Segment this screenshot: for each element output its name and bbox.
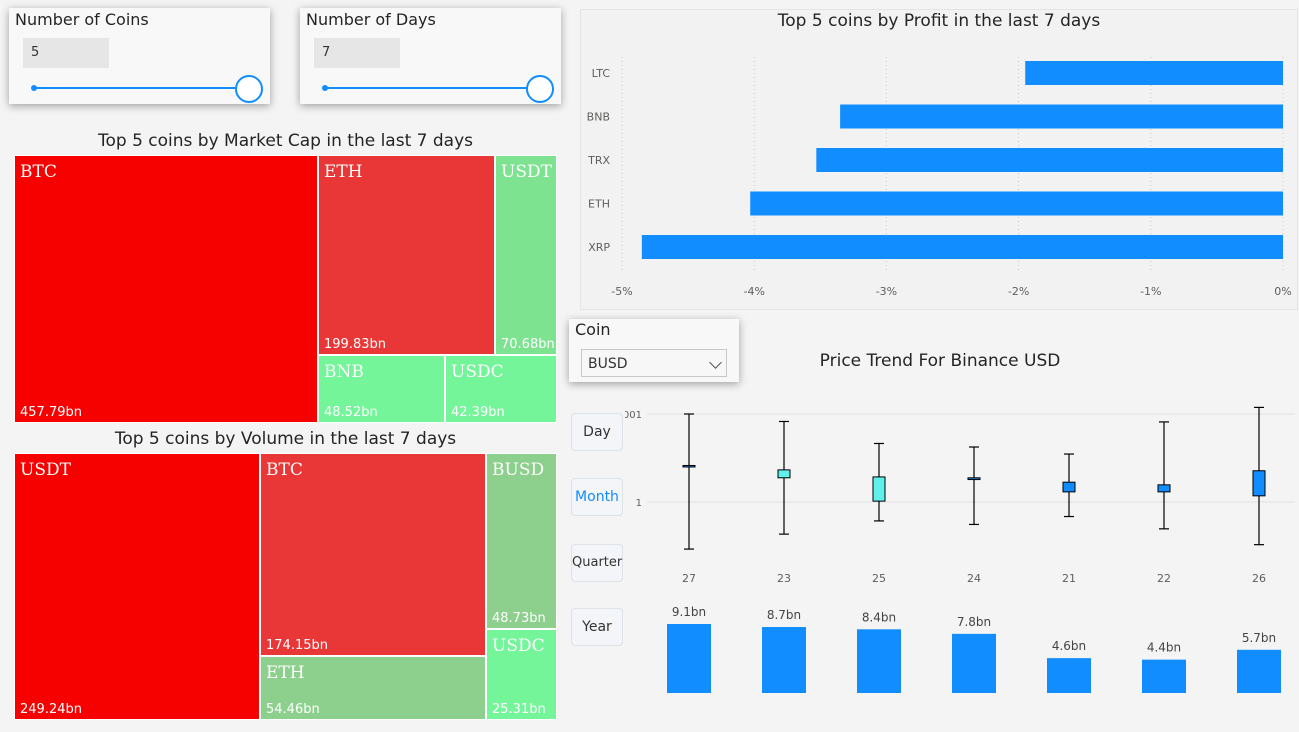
tile-name: USDC [492,636,545,656]
tile-value: 199.83bn [324,337,386,352]
x-tick-label: -5% [611,285,632,298]
candle-body [682,464,696,468]
volume-bar [667,624,711,693]
number-of-days-input[interactable]: 7 [314,38,400,68]
y-tick-label: 1 [636,498,642,509]
profit-bar [750,191,1283,216]
tile-name: BTC [266,460,303,480]
coin-dropdown-value: BUSD [588,356,628,372]
x-tick-label: 27 [682,572,696,585]
tile-name: ETH [324,162,363,182]
volume-bar [1142,659,1186,693]
tile-name: BUSD [492,460,545,480]
volume-label: 9.1bn [672,605,706,619]
x-tick-label: 22 [1157,572,1171,585]
profit-bar [1025,61,1283,85]
volume-tile-eth[interactable]: ETH 54.46bn [260,656,486,720]
profit-bar-chart: Top 5 coins by Profit in the last 7 days… [587,11,1292,298]
tile-value: 70.68bn [501,337,555,352]
profit-chart-title: Top 5 coins by Profit in the last 7 days [777,11,1101,31]
number-of-days-track[interactable] [324,87,527,89]
tile-value: 249.24bn [20,702,82,717]
y-tick-label: 1.001 [625,410,642,421]
volume-label: 7.8bn [957,615,991,629]
tile-name: USDC [451,362,504,382]
volume-bar [952,633,996,693]
volume-label: 4.4bn [1147,641,1181,655]
profit-bar [641,235,1283,259]
candle-body [1062,481,1076,493]
profit-bar [816,148,1283,172]
market-cap-tile-usdc[interactable]: USDC 42.39bn [445,355,557,423]
price-trend-title: Price Trend For Binance USD [820,351,1061,371]
tile-value: 48.52bn [324,405,378,420]
x-tick-label: -3% [876,285,897,298]
y-tick-label: LTC [592,67,611,80]
number-of-coins-track[interactable] [33,87,236,89]
x-tick-label: 25 [872,572,886,585]
tile-name: BNB [324,362,364,382]
y-tick-label: ETH [588,198,610,211]
number-of-coins-input[interactable]: 5 [23,38,109,68]
volume-title: Top 5 coins by Volume in the last 7 days [114,429,457,449]
tile-value: 42.39bn [451,405,505,420]
market-cap-tile-bnb[interactable]: BNB 48.52bn [318,355,445,423]
volume-bar [762,627,806,693]
x-tick-label: -4% [743,285,764,298]
month-button[interactable]: Month [571,478,623,516]
candle-body [777,469,791,479]
tile-value: 54.46bn [266,702,320,717]
y-tick-label: XRP [588,241,610,254]
x-tick-label: 23 [777,572,791,585]
coin-slicer-title: Coin [575,320,611,339]
year-button[interactable]: Year [571,608,623,646]
volume-label: 8.7bn [767,608,801,622]
y-tick-label: TRX [587,154,610,167]
tile-value: 25.31bn [492,702,546,717]
price-trend-chart: Price Trend For Binance USD 1.001 1 27 9.1b… [625,351,1295,693]
candle-body [1157,484,1171,493]
volume-tile-btc[interactable]: BTC 174.15bn [260,453,486,656]
y-tick-label: BNB [587,111,610,124]
tile-value: 48.73bn [492,611,546,626]
candle-body [967,477,981,481]
tile-name: BTC [20,162,57,182]
market-cap-tile-btc[interactable]: BTC 457.79bn [14,155,318,423]
volume-label: 5.7bn [1242,631,1276,645]
volume-label: 8.4bn [862,610,896,624]
number-of-coins-thumb[interactable] [235,75,263,103]
volume-tile-busd[interactable]: BUSD 48.73bn [486,453,557,629]
volume-bar [1237,649,1281,693]
number-of-days-title: Number of Days [306,10,436,29]
number-of-coins-title: Number of Coins [15,10,149,29]
x-tick-label: 26 [1252,572,1266,585]
volume-tile-usdc[interactable]: USDC 25.31bn [486,629,557,720]
tile-name: ETH [266,663,305,683]
tile-name: USDT [20,460,71,480]
volume-bar [1047,658,1091,693]
market-cap-title: Top 5 coins by Market Cap in the last 7 … [97,131,473,151]
volume-bar [857,629,901,693]
x-tick-label: -2% [1008,285,1029,298]
x-tick-label: -1% [1140,285,1161,298]
profit-bar [840,104,1283,129]
candle-body [1252,470,1266,497]
x-tick-label: 24 [967,572,981,585]
tile-value: 174.15bn [266,638,328,653]
volume-label: 4.6bn [1052,639,1086,653]
number-of-days-slicer: Number of Days 7 [300,8,561,104]
x-tick-label: 21 [1062,572,1076,585]
tile-name: USDT [501,162,552,182]
quarter-button[interactable]: Quarter [571,544,623,582]
number-of-coins-slicer: Number of Coins 5 [9,8,270,104]
day-button[interactable]: Day [571,413,623,451]
volume-tile-usdt[interactable]: USDT 249.24bn [14,453,260,720]
x-tick-label: 0% [1274,285,1291,298]
candle-body [872,476,886,502]
market-cap-tile-eth[interactable]: ETH 199.83bn [318,155,495,355]
tile-value: 457.79bn [20,405,82,420]
number-of-days-thumb[interactable] [526,75,554,103]
market-cap-tile-usdt[interactable]: USDT 70.68bn [495,155,557,355]
